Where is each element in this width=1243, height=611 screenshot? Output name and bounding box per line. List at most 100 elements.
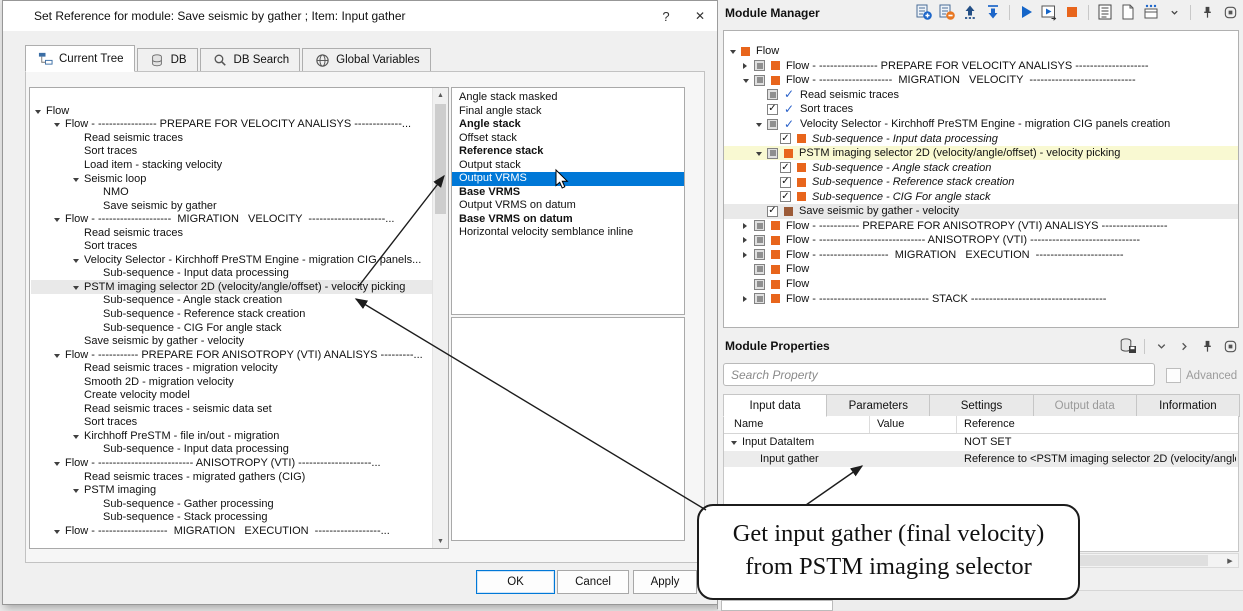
caret-down-icon[interactable] — [1165, 3, 1183, 21]
list-item[interactable]: Base VRMS — [452, 186, 684, 200]
remove-module-icon[interactable] — [938, 3, 956, 21]
search-property-input[interactable] — [723, 363, 1155, 386]
tree-item[interactable]: Read seismic traces - migration velocity — [31, 361, 432, 375]
scroll-down-icon[interactable]: ▼ — [433, 534, 448, 548]
collapse-arrow-icon[interactable] — [34, 105, 46, 117]
module-tree-item[interactable]: ✓Velocity Selector - Kirchhoff PreSTM En… — [724, 117, 1238, 132]
tree-item[interactable]: Save seismic by gather — [31, 199, 432, 213]
tree-item[interactable]: Smooth 2D - migration velocity — [31, 375, 432, 389]
tree-scrollbar[interactable]: ▲ ▼ — [432, 88, 448, 548]
property-row[interactable]: Input DataItemNOT SET — [724, 434, 1238, 451]
tree-item[interactable]: NMO — [31, 185, 432, 199]
expand-arrow-icon[interactable] — [742, 234, 754, 246]
expand-arrow-icon[interactable] — [742, 293, 754, 305]
list-item[interactable]: Final angle stack — [452, 105, 684, 119]
module-checkbox[interactable] — [767, 119, 778, 130]
module-checkbox[interactable] — [780, 191, 791, 202]
expand-arrow-icon[interactable] — [742, 249, 754, 261]
list-item[interactable]: Output VRMS — [452, 172, 684, 186]
page-icon[interactable] — [1119, 3, 1137, 21]
module-checkbox[interactable] — [780, 133, 791, 144]
apply-button[interactable]: Apply — [633, 570, 697, 594]
collapse-arrow-icon[interactable] — [53, 525, 65, 537]
module-checkbox[interactable] — [767, 206, 778, 217]
tree-item[interactable]: Kirchhoff PreSTM - file in/out - migrati… — [31, 429, 432, 443]
collapse-arrow-icon[interactable] — [53, 118, 65, 130]
module-tree-item[interactable]: Sub-sequence - Reference stack creation — [724, 175, 1238, 190]
module-tree-item[interactable]: Sub-sequence - Angle stack creation — [724, 160, 1238, 175]
dialog-titlebar[interactable]: Set Reference for module: Save seismic b… — [3, 1, 717, 31]
tree-item[interactable]: Sort traces — [31, 239, 432, 253]
tab-global-variables[interactable]: Global Variables — [302, 48, 431, 72]
collapse-arrow-icon[interactable] — [72, 430, 84, 442]
collapse-arrow-icon[interactable] — [72, 173, 84, 185]
module-tree-item[interactable]: Flow — [724, 262, 1238, 277]
close-button[interactable]: ✕ — [683, 1, 717, 31]
tree-item[interactable]: Sort traces — [31, 416, 432, 430]
module-tree-item[interactable]: Flow — [724, 44, 1238, 59]
expand-arrow-icon[interactable] — [742, 220, 754, 232]
module-checkbox[interactable] — [754, 60, 765, 71]
module-tree-item[interactable]: Sub-sequence - CIG For angle stack — [724, 189, 1238, 204]
chevron-down-icon[interactable] — [1152, 337, 1170, 355]
module-tree-item[interactable]: ✓Read seismic traces — [724, 88, 1238, 103]
tree-item[interactable]: Flow - ---------------- PREPARE FOR VELO… — [31, 118, 432, 132]
module-checkbox[interactable] — [767, 148, 778, 159]
list-item[interactable]: Horizontal velocity semblance inline — [452, 226, 684, 240]
module-checkbox[interactable] — [754, 249, 765, 260]
properties-tab-input-data[interactable]: Input data — [723, 394, 827, 417]
properties-tab-information[interactable]: Information — [1136, 394, 1240, 417]
module-checkbox[interactable] — [754, 293, 765, 304]
column-value[interactable]: Value — [877, 418, 904, 430]
scroll-right-icon[interactable]: ▶ — [1223, 555, 1237, 566]
module-checkbox[interactable] — [780, 177, 791, 188]
collapse-arrow-icon[interactable] — [755, 147, 767, 159]
module-checkbox[interactable] — [754, 279, 765, 290]
property-row[interactable]: Input gatherReference to <PSTM imaging s… — [724, 451, 1238, 468]
tree-item[interactable]: Sub-sequence - Input data processing — [31, 443, 432, 457]
pin-icon[interactable] — [1198, 337, 1216, 355]
list-item[interactable]: Base VRMS on datum — [452, 213, 684, 227]
list-item[interactable]: Reference stack — [452, 145, 684, 159]
list-item[interactable]: Angle stack masked — [452, 91, 684, 105]
collapse-arrow-icon[interactable] — [53, 349, 65, 361]
module-tree-item[interactable]: ✓Sort traces — [724, 102, 1238, 117]
module-tree-item[interactable]: Flow - ----------- PREPARE FOR ANISOTROP… — [724, 219, 1238, 234]
module-checkbox[interactable] — [754, 264, 765, 275]
collapse-arrow-icon[interactable] — [729, 45, 741, 57]
expand-arrow-icon[interactable] — [742, 60, 754, 72]
tree-item[interactable]: Sub-sequence - Angle stack creation — [31, 294, 432, 308]
float-icon[interactable] — [1221, 3, 1239, 21]
module-checkbox[interactable] — [780, 162, 791, 173]
collapse-arrow-icon[interactable] — [53, 457, 65, 469]
module-tree-item[interactable]: PSTM imaging selector 2D (velocity/angle… — [724, 146, 1238, 161]
run-flow-icon[interactable] — [1040, 3, 1058, 21]
ok-button[interactable]: OK — [476, 570, 555, 594]
advanced-checkbox[interactable] — [1166, 368, 1181, 383]
tree-item[interactable]: Load item - stacking velocity — [31, 158, 432, 172]
list-item[interactable]: Output VRMS on datum — [452, 199, 684, 213]
tree-item[interactable]: Flow - -------------------- MIGRATION VE… — [31, 212, 432, 226]
tree-item[interactable]: Sort traces — [31, 145, 432, 159]
tree-item[interactable]: Create velocity model — [31, 388, 432, 402]
tree-item[interactable]: Save seismic by gather - velocity — [31, 334, 432, 348]
module-tree-item[interactable]: Flow - ------------------- MIGRATION EXE… — [724, 248, 1238, 263]
tree-item[interactable]: Flow - ----------- PREPARE FOR ANISOTROP… — [31, 348, 432, 362]
module-tree-item[interactable]: Flow - ------------------------------ ST… — [724, 291, 1238, 306]
collapse-arrow-icon[interactable] — [730, 436, 742, 448]
module-tree-item[interactable]: Flow - ----------------------------- ANI… — [724, 233, 1238, 248]
tree-item[interactable]: PSTM imaging — [31, 483, 432, 497]
tree-item[interactable]: Read seismic traces - seismic data set — [31, 402, 432, 416]
scrollbar-thumb[interactable] — [435, 104, 446, 214]
properties-tab-parameters[interactable]: Parameters — [826, 394, 930, 417]
move-down-icon[interactable] — [984, 3, 1002, 21]
module-checkbox[interactable] — [754, 75, 765, 86]
tab-current-tree[interactable]: Current Tree — [25, 45, 135, 72]
log-icon[interactable] — [1096, 3, 1114, 21]
scroll-up-icon[interactable]: ▲ — [433, 88, 448, 102]
tree-item[interactable]: Read seismic traces — [31, 226, 432, 240]
module-checkbox[interactable] — [767, 104, 778, 115]
tree-item[interactable]: Sub-sequence - Input data processing — [31, 267, 432, 281]
cancel-button[interactable]: Cancel — [557, 570, 629, 594]
list-item[interactable]: Output stack — [452, 159, 684, 173]
